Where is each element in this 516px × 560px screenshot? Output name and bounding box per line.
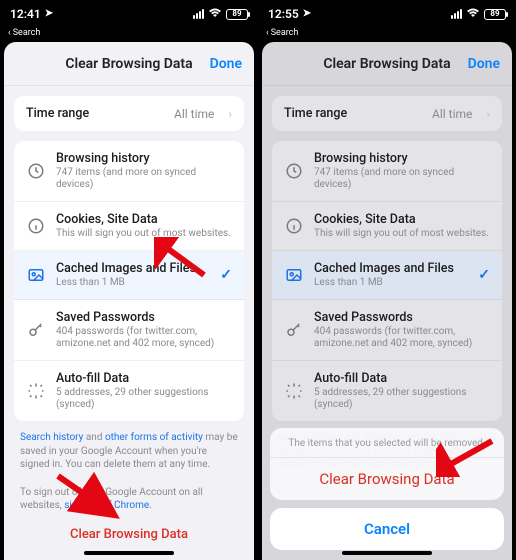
sheet-title: Clear Browsing Data: [323, 56, 450, 72]
back-to-search[interactable]: ‹ Search: [0, 28, 258, 42]
row-browsing-history[interactable]: Browsing history 747 items (and more on …: [14, 141, 244, 202]
clear-browsing-data-button[interactable]: Clear Browsing Data: [4, 513, 254, 556]
wifi-icon: [466, 7, 480, 21]
key-icon: [284, 320, 304, 340]
row-cookies[interactable]: Cookies, Site Data This will sign you ou…: [272, 202, 502, 251]
phone-right: 12:55 ➤ 89 ‹ Search Clear Browsing Data …: [258, 0, 516, 560]
row-browsing-history[interactable]: Browsing history 747 items (and more on …: [272, 141, 502, 202]
chevron-left-icon: ‹: [8, 28, 11, 38]
home-indicator[interactable]: [342, 551, 432, 555]
footer-note-2: To sign out of your Google Account on al…: [4, 486, 254, 513]
cellular-icon: [451, 9, 462, 19]
sheet-header: Clear Browsing Data Done: [4, 42, 254, 86]
confirm-clear-button[interactable]: Clear Browsing Data: [270, 458, 504, 500]
status-time: 12:55: [268, 7, 299, 21]
search-history-link[interactable]: Search history: [20, 432, 83, 443]
info-icon: [26, 216, 46, 236]
time-range-section: Time range All time ›: [272, 96, 502, 131]
row-passwords[interactable]: Saved Passwords 404 passwords (for twitt…: [14, 300, 244, 361]
time-range-section: Time range All time ›: [14, 96, 244, 131]
phone-left: 12:41 ➤ 89 ‹ Search Clear Browsing Data …: [0, 0, 258, 560]
key-icon: [26, 320, 46, 340]
action-sheet: The items that you selected will be remo…: [270, 428, 504, 550]
info-icon: [284, 216, 304, 236]
data-types-section: Browsing history 747 items (and more on …: [14, 141, 244, 421]
chevron-left-icon: ‹: [266, 28, 269, 38]
location-icon: ➤: [303, 8, 311, 19]
cached-icon: [284, 265, 304, 285]
data-types-section: Browsing history 747 items (and more on …: [272, 141, 502, 421]
cached-icon: [26, 265, 46, 285]
modal-sheet: Clear Browsing Data Done Time range All …: [4, 42, 254, 560]
activity-link[interactable]: other forms of activity: [105, 432, 203, 443]
sheet-title: Clear Browsing Data: [65, 56, 192, 72]
action-sheet-message: The items that you selected will be remo…: [270, 428, 504, 458]
battery-icon: 89: [484, 9, 506, 20]
row-autofill[interactable]: Auto-fill Data 5 addresses, 29 other sug…: [14, 361, 244, 421]
time-range-label: Time range: [26, 106, 164, 121]
time-range-row[interactable]: Time range All time ›: [14, 96, 244, 131]
row-cached-images[interactable]: Cached Images and Files Less than 1 MB ✓: [272, 251, 502, 300]
autofill-icon: [26, 381, 46, 401]
battery-icon: 89: [226, 9, 248, 20]
modal-sheet: Clear Browsing Data Done Time range All …: [262, 42, 512, 560]
time-range-value: All time: [174, 107, 214, 121]
status-bar: 12:55 ➤ 89: [258, 0, 516, 28]
chevron-right-icon: ›: [228, 107, 232, 121]
row-autofill[interactable]: Auto-fill Data 5 addresses, 29 other sug…: [272, 361, 502, 421]
sheet-header: Clear Browsing Data Done: [262, 42, 512, 86]
home-indicator[interactable]: [84, 551, 174, 555]
location-icon: ➤: [45, 8, 53, 19]
status-bar: 12:41 ➤ 89: [0, 0, 258, 28]
time-range-label: Time range: [284, 106, 422, 121]
row-cookies[interactable]: Cookies, Site Data This will sign you ou…: [14, 202, 244, 251]
cellular-icon: [193, 9, 204, 19]
checkmark-icon: ✓: [220, 267, 232, 283]
wifi-icon: [208, 7, 222, 21]
status-time: 12:41: [10, 7, 41, 21]
time-range-value: All time: [432, 107, 472, 121]
done-button[interactable]: Done: [210, 56, 242, 72]
history-icon: [26, 161, 46, 181]
sign-out-link[interactable]: sign out of Chrome: [64, 500, 149, 511]
time-range-row[interactable]: Time range All time ›: [272, 96, 502, 131]
footer-note-1: Search history and other forms of activi…: [4, 431, 254, 472]
chevron-right-icon: ›: [486, 107, 490, 121]
cancel-button[interactable]: Cancel: [270, 508, 504, 550]
row-passwords[interactable]: Saved Passwords 404 passwords (for twitt…: [272, 300, 502, 361]
action-sheet-group: The items that you selected will be remo…: [270, 428, 504, 500]
autofill-icon: [284, 381, 304, 401]
history-icon: [284, 161, 304, 181]
done-button[interactable]: Done: [468, 56, 500, 72]
back-to-search[interactable]: ‹ Search: [258, 28, 516, 42]
row-cached-images[interactable]: Cached Images and Files Less than 1 MB ✓: [14, 251, 244, 300]
checkmark-icon: ✓: [478, 267, 490, 283]
